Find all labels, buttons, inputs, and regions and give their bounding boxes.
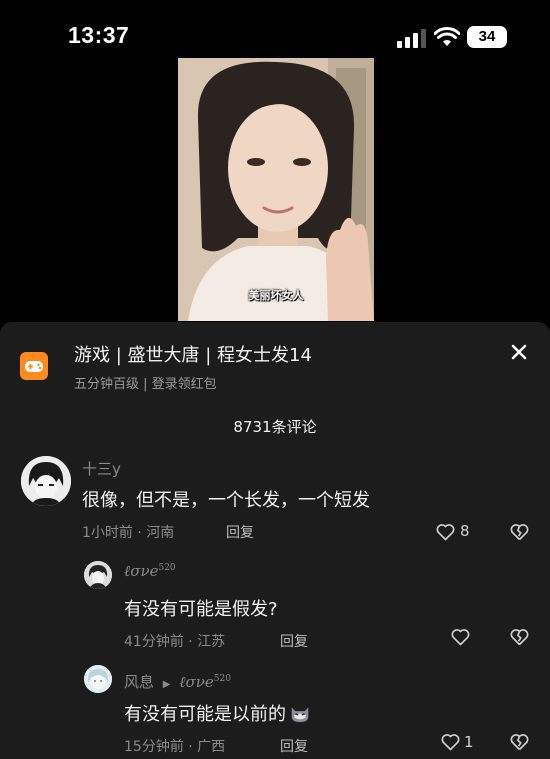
comment-text: 很像，但不是，一个长发，一个短发 [82,490,370,511]
like-count: 8 [460,522,470,540]
like-count: 1 [464,733,474,751]
comments-panel: 游戏 | 盛世大唐 | 程女士发14 五分钟百级 | 登录领红包 8731条评论… [0,322,550,759]
game-ad-title[interactable]: 游戏 | 盛世大唐 | 程女士发14 [74,341,312,367]
reply-to-username[interactable]: ℓσνe520 [179,673,231,691]
username-superscript: 520 [213,674,231,684]
avatar[interactable] [84,561,112,589]
heart-icon[interactable] [450,627,471,647]
battery-icon: 34 [467,26,507,48]
video-player[interactable]: 美丽坏女人 [178,58,374,321]
avatar[interactable] [84,665,112,693]
heart-icon[interactable] [440,732,461,752]
status-time: 13:37 [68,22,130,48]
status-bar: 13:37 34 [0,0,550,60]
reply-button[interactable]: 回复 [280,736,308,756]
username-text: ℓσνe [179,673,214,691]
comment-username[interactable]: 十三y [82,458,121,479]
username-text: 风息 [124,673,155,691]
broken-heart-icon[interactable] [509,627,530,647]
broken-heart-icon[interactable] [509,732,530,752]
username-text: ℓσνe [124,562,159,580]
comment-text-content: 有没有可能是以前的 [124,704,286,725]
heart-icon[interactable] [435,522,456,542]
close-icon[interactable] [507,340,531,364]
video-caption: 美丽坏女人 [248,289,304,302]
comment-text: 有没有可能是以前的 [124,700,312,726]
comment-username[interactable]: ℓσνe520 [124,562,176,581]
comment-count: 8731条评论 [233,418,317,436]
game-ad-subtitle[interactable]: 五分钟百级 | 登录领红包 [74,373,217,392]
video-frame [178,58,374,321]
comment-username[interactable]: 风息 ▶ ℓσνe520 [124,671,231,692]
wifi-icon [434,27,460,46]
comment-meta: 41分钟前 · 江苏 [124,634,226,650]
comment-text: 有没有可能是假发? [124,599,278,620]
username-superscript: 520 [158,563,176,573]
cellular-signal-icon [397,29,426,48]
reply-button[interactable]: 回复 [280,631,308,651]
comment-meta: 1小时前 · 河南 [82,525,175,541]
gamepad-icon[interactable] [20,352,48,380]
cat-emoji-icon [291,707,309,723]
avatar[interactable] [21,456,71,506]
reply-arrow-icon: ▶ [162,679,171,690]
comment-meta: 15分钟前 · 广西 [124,739,226,755]
broken-heart-icon[interactable] [509,522,530,542]
reply-button[interactable]: 回复 [226,522,254,542]
